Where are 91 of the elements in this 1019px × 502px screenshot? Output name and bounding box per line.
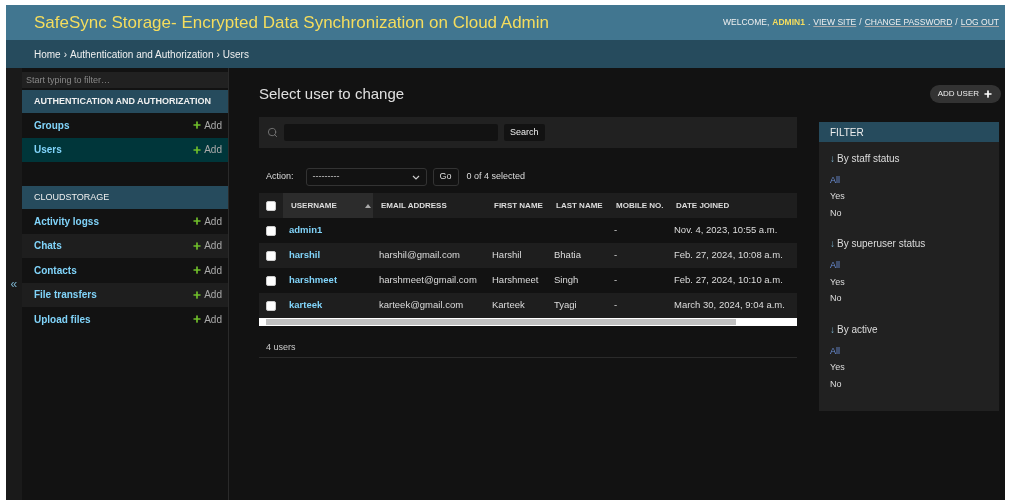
- filter-option[interactable]: Yes: [830, 274, 999, 291]
- search-button[interactable]: Search: [504, 124, 545, 141]
- filter-option[interactable]: No: [830, 290, 999, 307]
- action-label: Action:: [266, 170, 294, 184]
- username-link[interactable]: harshil: [289, 249, 321, 261]
- filter-option[interactable]: Yes: [830, 188, 999, 205]
- breadcrumb-separator: ›: [216, 47, 220, 62]
- filter-option[interactable]: All: [830, 343, 999, 360]
- table-cell: Harshmeet: [492, 274, 539, 286]
- add-link[interactable]: Add: [204, 142, 222, 158]
- breadcrumb-link[interactable]: Home: [34, 46, 61, 62]
- plus-icon: [192, 240, 203, 251]
- add-link[interactable]: Add: [204, 117, 222, 133]
- table-cell: -: [614, 224, 618, 236]
- username-text: ADMIN1: [772, 16, 805, 29]
- plus-icon: [192, 120, 203, 131]
- header-link[interactable]: CHANGE PASSWORD: [864, 16, 953, 29]
- add-user-button[interactable]: ADD USER: [929, 85, 1001, 103]
- separator: /: [859, 16, 862, 29]
- app-header[interactable]: AUTHENTICATION AND AUTHORIZATION: [21, 90, 228, 113]
- filter-option[interactable]: No: [830, 376, 999, 393]
- table-cell: -: [614, 274, 618, 286]
- arrow-glyph: ↓: [830, 322, 835, 337]
- sidebar-toggle[interactable]: «: [6, 68, 22, 500]
- table-cell: March 30, 2024, 9:04 a.m.: [674, 299, 785, 311]
- result-count: 4 users: [266, 340, 296, 354]
- page-heading: Select user to change: [259, 83, 405, 104]
- filter-option[interactable]: All: [830, 172, 999, 189]
- table-cell: karteek@gmail.com: [379, 299, 464, 311]
- add-link[interactable]: Add: [204, 238, 222, 254]
- filter-title: By superuser status: [837, 237, 926, 251]
- breadcrumb-current: Users: [222, 47, 249, 62]
- sidebar-item[interactable]: Users Add: [21, 137, 228, 162]
- checkbox[interactable]: [266, 200, 276, 211]
- breadcrumb-link[interactable]: Authentication and Authorization: [70, 46, 214, 62]
- plus-icon: [192, 216, 203, 227]
- selection-count: 0 of 4 selected: [466, 170, 526, 184]
- welcome-text: WELCOME,: [723, 16, 770, 29]
- add-link[interactable]: Add: [204, 311, 222, 327]
- search-icon: [267, 127, 278, 138]
- username-link[interactable]: karteek: [289, 299, 323, 311]
- sort-ascending-icon: [365, 203, 371, 208]
- table-cell: Feb. 27, 2024, 10:08 a.m.: [674, 249, 783, 261]
- breadcrumb-separator: ›: [63, 47, 68, 62]
- table-cell: -: [614, 299, 618, 311]
- table-cell: Bhatia: [554, 249, 581, 261]
- table-cell: -: [614, 249, 618, 261]
- plus-icon: [192, 144, 203, 155]
- filter-field[interactable]: Start typing to filter…: [21, 72, 228, 88]
- username-link[interactable]: harshmeet: [289, 274, 338, 286]
- plus-icon: [192, 314, 203, 325]
- filter-title: By staff status: [837, 151, 900, 166]
- separator: /: [955, 16, 958, 29]
- arrow-glyph: ↓: [830, 151, 835, 166]
- chevron-down-icon: [411, 174, 420, 180]
- table-cell: Harshil: [492, 249, 522, 261]
- table-cell: Karteek: [492, 299, 525, 311]
- separator: .: [807, 16, 811, 29]
- filter-title: By active: [837, 322, 878, 337]
- add-link[interactable]: Add: [204, 213, 222, 229]
- plus-icon: [983, 89, 993, 99]
- filter-option[interactable]: All: [830, 257, 999, 274]
- plus-icon: [192, 289, 203, 300]
- sidebar-item[interactable]: File transfers Add: [21, 282, 228, 307]
- filter-header: FILTER: [819, 122, 999, 142]
- table-cell: Tyagi: [554, 299, 577, 311]
- table-cell: harshil@gmail.com: [379, 249, 460, 261]
- table-cell: harshmeet@gmail.com: [379, 274, 477, 286]
- go-button[interactable]: Go: [432, 168, 459, 186]
- checkbox[interactable]: [266, 275, 276, 286]
- arrow-glyph: ↓: [830, 237, 835, 251]
- action-select[interactable]: ---------: [305, 168, 427, 186]
- table-cell: Nov. 4, 2023, 10:55 a.m.: [674, 224, 778, 236]
- table-cell: Feb. 27, 2024, 10:10 a.m.: [674, 274, 783, 286]
- header-link[interactable]: LOG OUT: [960, 16, 999, 29]
- checkbox[interactable]: [266, 250, 276, 261]
- sidebar-item[interactable]: Chats Add: [21, 233, 228, 258]
- filter-option[interactable]: No: [830, 205, 999, 222]
- app-header[interactable]: CLOUDSTORAGE: [21, 186, 228, 209]
- column-header[interactable]: USERNAME: [283, 193, 373, 218]
- plus-icon: [192, 265, 203, 276]
- table-cell: Singh: [554, 274, 579, 286]
- header-link[interactable]: VIEW SITE: [813, 16, 857, 29]
- filter-option[interactable]: Yes: [830, 359, 999, 376]
- add-link[interactable]: Add: [204, 287, 222, 303]
- site-title: SafeSync Storage- Encrypted Data Synchronization on Cloud Admin: [34, 11, 549, 34]
- username-link[interactable]: admin1: [289, 224, 323, 236]
- horizontal-scrollbar[interactable]: [259, 318, 797, 326]
- checkbox[interactable]: [266, 225, 276, 236]
- checkbox[interactable]: [266, 300, 276, 311]
- add-link[interactable]: Add: [204, 262, 222, 278]
